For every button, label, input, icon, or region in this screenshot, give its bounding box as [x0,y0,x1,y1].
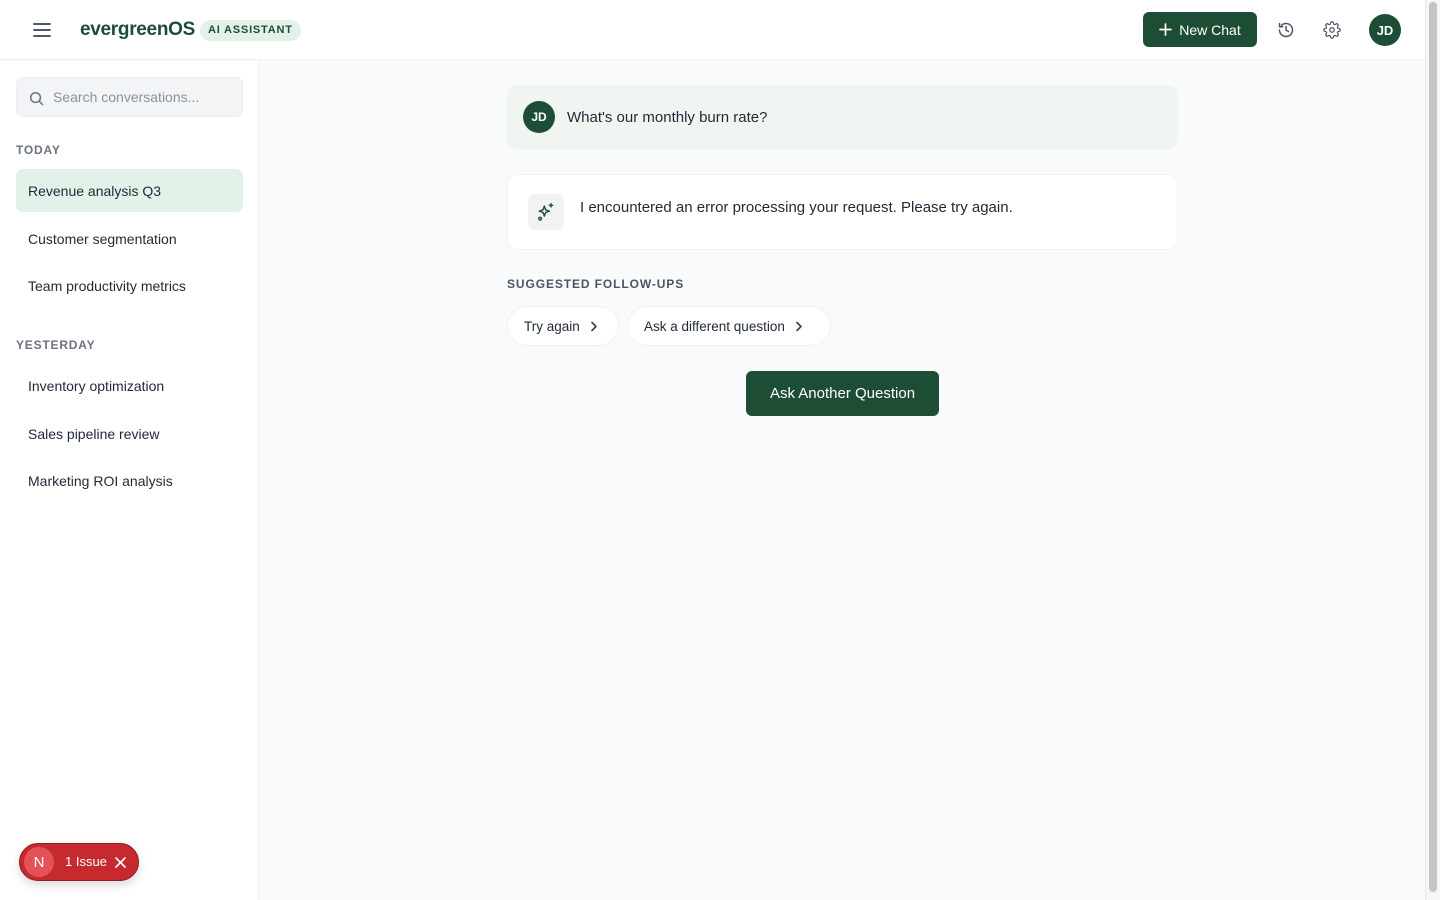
user-message-text: What's our monthly burn rate? [567,109,768,126]
scrollbar-thumb[interactable] [1429,2,1437,892]
settings-button[interactable] [1318,16,1346,44]
sidebar: TODAY Revenue analysis Q3 Customer segme… [0,61,259,900]
search-icon [29,91,44,106]
conversation-item[interactable]: Revenue analysis Q3 [16,169,243,212]
assistant-message: I encountered an error processing your r… [507,174,1178,250]
user-avatar[interactable]: JD [1369,14,1401,46]
followups-label: SUGGESTED FOLLOW-UPS [507,277,685,291]
assistant-avatar [528,194,564,230]
brand-logo[interactable]: evergreenOS [80,19,195,41]
conversation-label: Team productivity metrics [28,277,186,294]
conversation-label: Customer segmentation [28,230,177,247]
close-issues-button[interactable] [113,855,127,869]
gear-icon [1323,21,1341,39]
conversation-item[interactable]: Marketing ROI analysis [16,459,243,502]
conversation-label: Revenue analysis Q3 [28,182,162,199]
user-message: JD What's our monthly burn rate? [507,85,1178,149]
search-input[interactable] [53,78,238,116]
section-label-today: TODAY [16,143,61,157]
history-icon [1278,22,1294,38]
ask-another-question-button[interactable]: Ask Another Question [746,371,939,416]
conversation-item[interactable]: Team productivity metrics [16,264,243,307]
issues-count[interactable]: 1 Issue [65,854,107,869]
conversation-item[interactable]: Customer segmentation [16,217,243,260]
conversation-label: Inventory optimization [28,377,165,394]
close-icon [114,856,126,868]
new-chat-button[interactable]: New Chat [1143,12,1257,47]
menu-icon [33,23,51,37]
user-message-avatar: JD [523,101,555,133]
sparkles-icon [538,202,554,221]
search-box [16,77,243,117]
issues-indicator: N 1 Issue [19,843,139,881]
history-button[interactable] [1272,16,1300,44]
assistant-message-text: I encountered an error processing your r… [580,199,1013,216]
followup-chip-label: Ask a different question [644,318,785,334]
chevron-right-icon [796,321,802,331]
conversation-item[interactable]: Sales pipeline review [16,412,243,455]
followup-chip-label: Try again [524,318,580,334]
dev-tools-logo[interactable]: N [24,847,54,877]
ai-assistant-badge: AI ASSISTANT [200,20,301,41]
conversation-item[interactable]: Inventory optimization [16,364,243,407]
followup-chip-different-question[interactable]: Ask a different question [627,306,831,346]
menu-button[interactable] [28,16,56,44]
new-chat-label: New Chat [1179,21,1241,38]
top-bar: evergreenOS AI ASSISTANT New Chat JD [0,0,1425,60]
conversation-label: Marketing ROI analysis [28,472,173,489]
plus-icon [1159,23,1173,36]
chevron-right-icon [590,321,597,331]
followup-chip-try-again[interactable]: Try again [507,306,619,346]
page-scrollbar[interactable] [1425,0,1440,900]
section-label-yesterday: YESTERDAY [16,338,96,352]
conversation-label: Sales pipeline review [28,425,160,442]
